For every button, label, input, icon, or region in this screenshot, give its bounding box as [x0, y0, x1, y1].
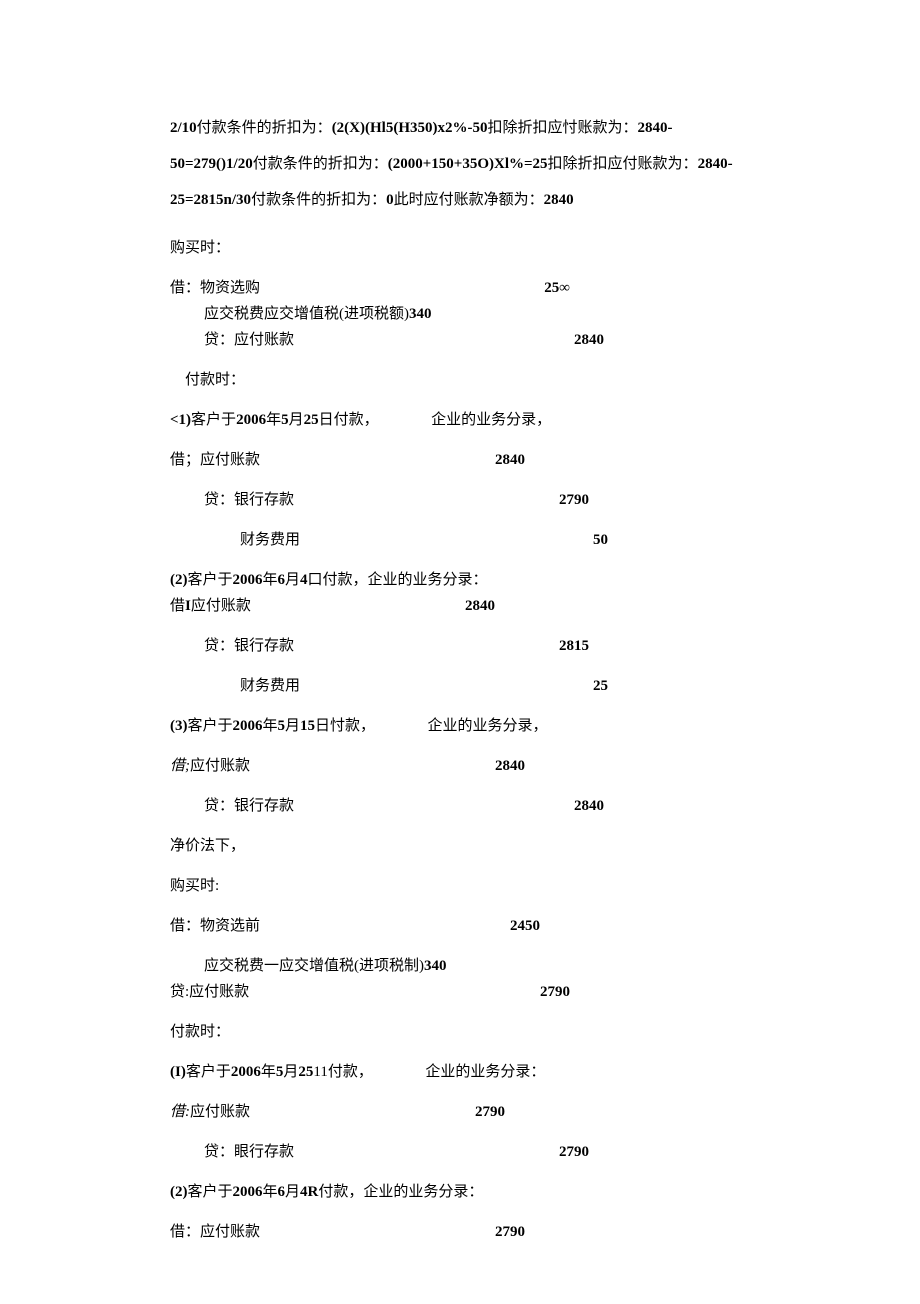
label: 贷：眼行存款: [204, 1140, 294, 1164]
label: 贷:应付账款: [170, 980, 249, 1004]
amount: 2815: [559, 634, 589, 658]
scenario-title: (I)客户于2006年5月2511付款， 企业的业务分录：: [170, 1060, 750, 1084]
label: 应交税费一应交增值税(进项税制)340: [204, 958, 447, 974]
amount: 2840: [495, 754, 525, 778]
intro-paragraph: 2/10付款条件的折扣为：(2(X)(Hl5(H350)x2%-50扣除折扣应忖…: [170, 110, 750, 218]
payment-heading: 付款时：: [170, 368, 750, 392]
amount: 2790: [540, 980, 570, 1004]
scenario-title: (3)客户于2006年5月15日忖款， 企业的业务分录，: [170, 714, 750, 738]
label: 借：物资选前: [170, 914, 260, 938]
entry-row: 贷：银行存款 2790: [170, 488, 589, 512]
amount: 50: [593, 528, 608, 552]
entry-row: 贷：银行存款 2840: [170, 794, 604, 818]
entry-row: 财务费用 25: [170, 674, 608, 698]
label: 借:应付账款: [170, 1100, 250, 1124]
amount: 2790: [495, 1220, 525, 1244]
label: 应交税费应交增值税(进项税额)340: [204, 306, 432, 322]
label: 借;应付账款: [170, 754, 250, 778]
amount: 2790: [475, 1100, 505, 1124]
scenario-title: (2)客户于2006年6月4R付款，企业的业务分录：: [170, 1180, 750, 1204]
net-price-heading: 净价法下，: [170, 834, 750, 858]
amount: 2790: [559, 1140, 589, 1164]
entry-row: 贷：银行存款 2815: [170, 634, 589, 658]
label: 贷：应付账款: [204, 328, 294, 352]
amount: 25: [593, 674, 608, 698]
label: 财务费用: [240, 528, 300, 552]
amount: 25∞: [544, 276, 570, 300]
label: 贷：银行存款: [204, 488, 294, 512]
label: 借；应付账款: [170, 448, 260, 472]
label: 借：应付账款: [170, 1220, 260, 1244]
entry-row: 借；应付账款 2840: [170, 448, 525, 472]
entry-row: 借:应付账款 2790: [170, 1100, 505, 1124]
purchase-heading: 购买时：: [170, 236, 750, 260]
entry-row: 应交税费一应交增值税(进项税制)340: [170, 954, 750, 978]
entry-row: 借：物资选购 25∞: [170, 276, 570, 300]
label: 贷：银行存款: [204, 634, 294, 658]
label: 借I应付账款: [170, 594, 251, 618]
label: 借：物资选购: [170, 276, 260, 300]
amount: 2840: [495, 448, 525, 472]
entry-row: 借：物资选前 2450: [170, 914, 540, 938]
entry-row: 贷:应付账款 2790: [170, 980, 570, 1004]
entry-row: 借：应付账款 2790: [170, 1220, 525, 1244]
scenario-title: <1)客户于2006年5月25日付款， 企业的业务分录，: [170, 408, 750, 432]
entry-row: 贷：应付账款 2840: [170, 328, 604, 352]
entry-row: 应交税费应交增值税(进项税额)340: [170, 302, 750, 326]
amount: 2790: [559, 488, 589, 512]
label: 贷：银行存款: [204, 794, 294, 818]
scenario-title: (2)客户于2006年6月4口付款，企业的业务分录：: [170, 568, 750, 592]
entry-row: 财务费用 50: [170, 528, 608, 552]
payment-heading: 付款时：: [170, 1020, 750, 1044]
label: 财务费用: [240, 674, 300, 698]
entry-row: 借I应付账款 2840: [170, 594, 495, 618]
amount: 2840: [574, 794, 604, 818]
amount: 2840: [574, 328, 604, 352]
purchase-heading: 购买时:: [170, 874, 750, 898]
amount: 2450: [510, 914, 540, 938]
amount: 2840: [465, 594, 495, 618]
entry-row: 借;应付账款 2840: [170, 754, 525, 778]
entry-row: 贷：眼行存款 2790: [170, 1140, 589, 1164]
